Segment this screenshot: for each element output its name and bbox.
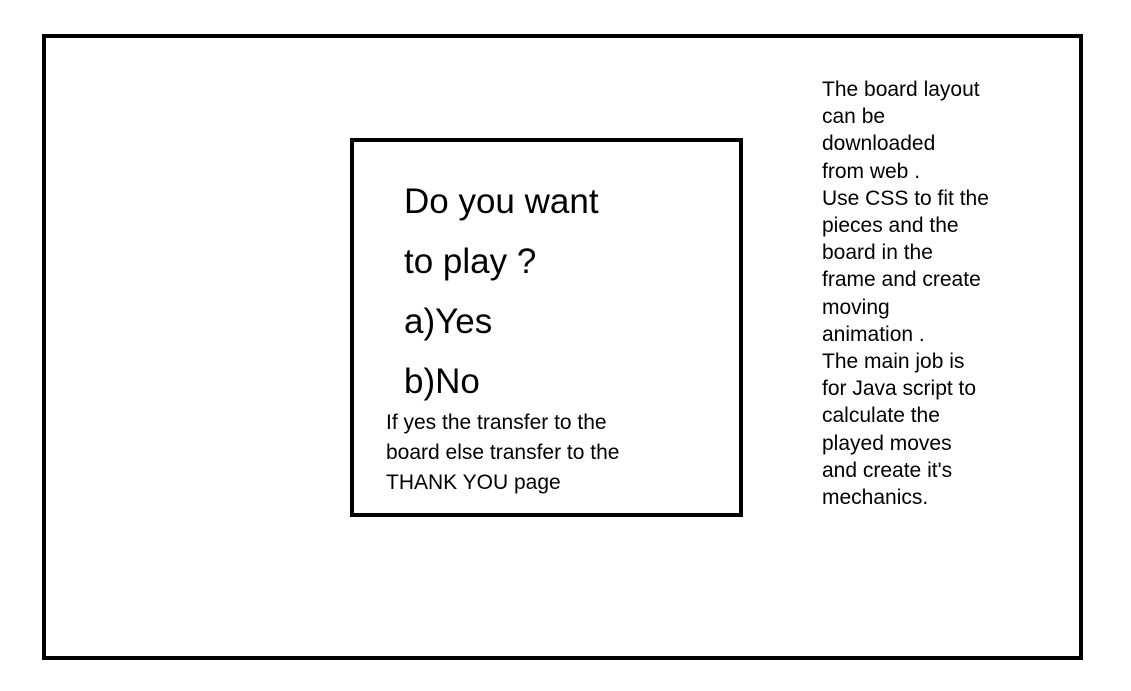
note-line: for Java script to <box>822 377 977 401</box>
instruction-line: THANK YOU page <box>386 471 561 494</box>
transfer-instruction: If yes the transfer to the board else tr… <box>386 408 619 498</box>
note-line: calculate the <box>822 404 940 428</box>
note-line: downloaded <box>822 132 936 156</box>
note-line: and create it's <box>822 458 953 482</box>
instruction-line: If yes the transfer to the <box>386 411 607 434</box>
note-line: can be <box>822 105 886 129</box>
note-line: board in the <box>822 241 933 265</box>
note-line: The board layout <box>822 78 980 101</box>
note-line: The main job is <box>822 350 965 374</box>
note-line: played moves <box>822 431 952 455</box>
question-line: to play ? <box>404 242 537 281</box>
note-line: pieces and the <box>822 214 959 238</box>
note-line: animation . <box>822 322 925 346</box>
play-question: Do you want to play ? a)Yes b)No <box>404 172 599 412</box>
implementation-note: The board layout can be downloaded from … <box>822 76 989 511</box>
option-yes[interactable]: a)Yes <box>404 292 599 352</box>
note-line: from web . <box>822 159 921 183</box>
note-line: moving <box>822 295 890 319</box>
instruction-line: board else transfer to the <box>386 441 620 464</box>
note-line: Use CSS to fit the <box>822 186 989 210</box>
option-no[interactable]: b)No <box>404 352 599 412</box>
note-line: frame and create <box>822 268 981 292</box>
question-line: Do you want <box>404 182 599 221</box>
note-line: mechanics. <box>822 486 929 510</box>
